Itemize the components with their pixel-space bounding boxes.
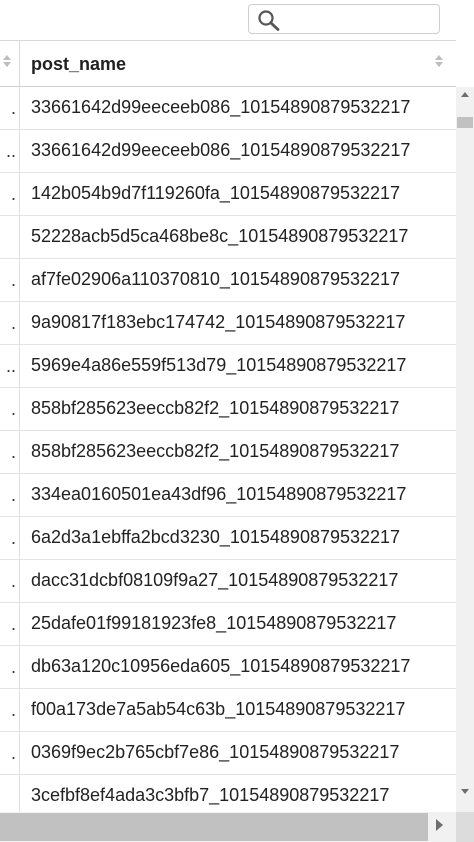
data-table: post_name . 33661642d99eeceeb086_10154890… bbox=[0, 40, 456, 812]
post-name-cell: db63a120c10956eda605_10154890879532217 bbox=[31, 656, 411, 676]
post-name-cell: 334ea0160501ea43df96_10154890879532217 bbox=[31, 484, 407, 504]
table-row[interactable]: . 25dafe01f99181923fe8_10154890879532217 bbox=[0, 603, 456, 646]
index-cell: . bbox=[0, 431, 20, 473]
table-row[interactable]: .. 33661642d99eeceeb086_10154890879532217 bbox=[0, 130, 456, 173]
toolbar bbox=[0, 0, 474, 40]
scroll-up-arrow-icon[interactable] bbox=[461, 92, 469, 97]
table-row[interactable]: 52228acb5d5ca468be8c_10154890879532217 bbox=[0, 216, 456, 259]
post-name-cell: 33661642d99eeceeb086_10154890879532217 bbox=[31, 140, 411, 160]
table-row[interactable]: . dacc31dcbf08109f9a27_10154890879532217 bbox=[0, 560, 456, 603]
table-row[interactable]: . db63a120c10956eda605_10154890879532217 bbox=[0, 646, 456, 689]
table-row[interactable]: . 142b054b9d7f119260fa_10154890879532217 bbox=[0, 173, 456, 216]
post-name-cell: 142b054b9d7f119260fa_10154890879532217 bbox=[31, 183, 401, 203]
index-cell: . bbox=[0, 603, 20, 645]
scrollbar-corner bbox=[456, 812, 474, 842]
post-name-cell: dacc31dcbf08109f9a27_10154890879532217 bbox=[31, 570, 399, 590]
index-cell-text: .. bbox=[5, 141, 16, 161]
post-name-cell: 6a2d3a1ebffa2bcd3230_10154890879532217 bbox=[31, 527, 401, 547]
search-icon bbox=[258, 10, 280, 31]
table-row[interactable]: . 858bf285623eeccb82f2_10154890879532217 bbox=[0, 388, 456, 431]
table-row[interactable]: . 9a90817f183ebc174742_10154890879532217 bbox=[0, 302, 456, 345]
table-row[interactable]: . 858bf285623eeccb82f2_10154890879532217 bbox=[0, 431, 456, 474]
index-cell: . bbox=[0, 689, 20, 731]
sort-icon[interactable] bbox=[3, 55, 11, 67]
sort-icon[interactable] bbox=[435, 55, 443, 67]
index-cell-text: . bbox=[10, 614, 16, 634]
post-name-cell: 52228acb5d5ca468be8c_10154890879532217 bbox=[31, 226, 409, 246]
table-row[interactable]: .. 5969e4a86e559f513d79_10154890879532217 bbox=[0, 345, 456, 388]
table-row[interactable]: . af7fe02906a110370810_10154890879532217 bbox=[0, 259, 456, 302]
index-cell: . bbox=[0, 646, 20, 688]
index-cell-text: . bbox=[10, 743, 16, 763]
post-name-cell: 9a90817f183ebc174742_10154890879532217 bbox=[31, 312, 406, 332]
post-name-cell: 33661642d99eeceeb086_10154890879532217 bbox=[31, 97, 411, 117]
index-cell: . bbox=[0, 302, 20, 344]
index-cell: . bbox=[0, 259, 20, 301]
post-name-cell: 858bf285623eeccb82f2_10154890879532217 bbox=[31, 398, 400, 418]
vertical-scrollbar-thumb[interactable] bbox=[457, 117, 473, 128]
scroll-down-arrow-icon[interactable] bbox=[461, 789, 469, 794]
post-name-cell: 0369f9ec2b765cbf7e86_10154890879532217 bbox=[31, 742, 400, 762]
horizontal-scrollbar-thumb[interactable] bbox=[0, 813, 428, 841]
table-row[interactable]: 3cefbf8ef4ada3c3bfb7_10154890879532217 bbox=[0, 775, 456, 812]
index-cell: . bbox=[0, 173, 20, 215]
index-cell-text: . bbox=[10, 270, 16, 290]
table-row[interactable]: . f00a173de7a5ab54c63b_10154890879532217 bbox=[0, 689, 456, 732]
post-name-cell: 5969e4a86e559f513d79_10154890879532217 bbox=[31, 355, 407, 375]
index-cell-text: .. bbox=[5, 356, 16, 376]
table-row[interactable]: . 0369f9ec2b765cbf7e86_10154890879532217 bbox=[0, 732, 456, 775]
post-name-cell: f00a173de7a5ab54c63b_10154890879532217 bbox=[31, 699, 406, 719]
index-cell: . bbox=[0, 388, 20, 430]
vertical-scrollbar[interactable] bbox=[456, 87, 474, 812]
index-cell bbox=[0, 775, 20, 812]
index-cell-text: . bbox=[10, 98, 16, 118]
index-cell: . bbox=[0, 732, 20, 774]
index-cell-text: . bbox=[10, 657, 16, 677]
table-row[interactable]: . 6a2d3a1ebffa2bcd3230_10154890879532217 bbox=[0, 517, 456, 560]
index-cell: .. bbox=[0, 345, 20, 387]
table-body: . 33661642d99eeceeb086_10154890879532217.… bbox=[0, 87, 456, 812]
index-cell-text: . bbox=[10, 442, 16, 462]
index-cell: . bbox=[0, 560, 20, 602]
table-row[interactable]: . 33661642d99eeceeb086_10154890879532217 bbox=[0, 87, 456, 130]
column-header-post-name[interactable]: post_name bbox=[31, 54, 126, 75]
post-name-cell: af7fe02906a110370810_10154890879532217 bbox=[31, 269, 401, 289]
column-header-index[interactable] bbox=[0, 41, 20, 86]
post-name-cell: 858bf285623eeccb82f2_10154890879532217 bbox=[31, 441, 400, 461]
index-cell-text: . bbox=[10, 399, 16, 419]
scroll-right-arrow-icon[interactable] bbox=[436, 819, 443, 831]
index-cell: . bbox=[0, 87, 20, 129]
search-input[interactable] bbox=[289, 9, 433, 31]
table-header: post_name bbox=[0, 40, 456, 87]
index-cell-text: . bbox=[10, 528, 16, 548]
index-cell: . bbox=[0, 517, 20, 559]
index-cell-text: . bbox=[10, 313, 16, 333]
table-row[interactable]: . 334ea0160501ea43df96_10154890879532217 bbox=[0, 474, 456, 517]
index-cell: .. bbox=[0, 130, 20, 172]
index-cell: . bbox=[0, 474, 20, 516]
index-cell bbox=[0, 216, 20, 258]
search-box[interactable] bbox=[248, 4, 440, 34]
index-cell-text: . bbox=[10, 485, 16, 505]
post-name-cell: 3cefbf8ef4ada3c3bfb7_10154890879532217 bbox=[31, 785, 390, 805]
index-cell-text: . bbox=[10, 700, 16, 720]
index-cell-text: . bbox=[10, 184, 16, 204]
post-name-cell: 25dafe01f99181923fe8_10154890879532217 bbox=[31, 613, 397, 633]
index-cell-text: . bbox=[10, 571, 16, 591]
